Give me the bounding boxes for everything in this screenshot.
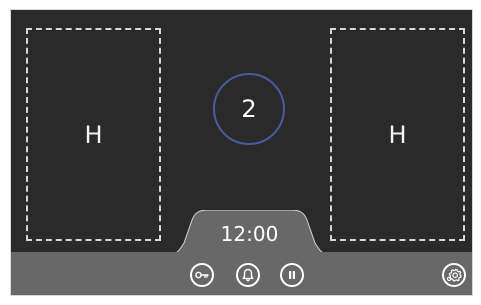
zone-right-label: H: [388, 120, 407, 149]
bell-button[interactable]: [236, 263, 260, 287]
zone-left-label: H: [84, 120, 103, 149]
cook-zone-left[interactable]: H: [26, 28, 161, 241]
bell-icon: [242, 268, 254, 282]
control-bar: [11, 252, 472, 295]
settings-icon: [446, 268, 462, 282]
timer-display: 12:00: [220, 222, 279, 246]
timer-tab[interactable]: 12:00: [170, 210, 329, 254]
settings-button[interactable]: [442, 263, 466, 287]
power-level-value: 2: [241, 95, 257, 123]
cook-zone-right[interactable]: H: [330, 28, 465, 241]
power-level-indicator[interactable]: 2: [213, 73, 285, 145]
pause-button[interactable]: [280, 263, 304, 287]
key-button[interactable]: [190, 263, 214, 287]
pause-icon: [289, 271, 295, 279]
key-icon: [195, 271, 209, 279]
cooktop-display: H H 2 12:00: [10, 9, 473, 296]
